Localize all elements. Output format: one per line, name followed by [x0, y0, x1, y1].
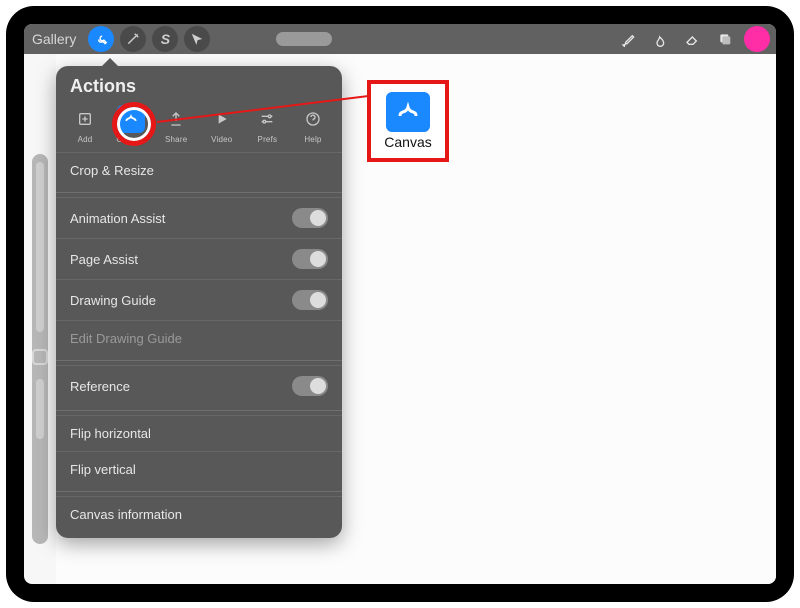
tab-add[interactable]: Add	[66, 105, 104, 144]
brush-size-slider[interactable]	[36, 162, 44, 332]
popover-tabs: Add Canvas Share Video Prefs	[56, 105, 342, 152]
ipad-bezel: Gallery S	[6, 6, 794, 602]
top-toolbar: Gallery S	[24, 24, 776, 54]
row-drawing-guide[interactable]: Drawing Guide	[56, 279, 342, 320]
row-label: Crop & Resize	[70, 163, 154, 178]
actions-popover: Actions Add Canvas Share Video	[56, 66, 342, 538]
tab-help[interactable]: Help	[294, 105, 332, 144]
modify-button[interactable]	[32, 349, 48, 365]
tab-video-label: Video	[211, 135, 232, 144]
row-page-assist[interactable]: Page Assist	[56, 238, 342, 279]
brush-button[interactable]	[616, 26, 642, 52]
arrow-icon	[190, 32, 204, 46]
smudge-icon	[653, 31, 669, 47]
row-label: Drawing Guide	[70, 293, 156, 308]
canvas-handle[interactable]	[276, 32, 332, 46]
left-slider-rail	[32, 154, 48, 544]
row-flip-vertical[interactable]: Flip vertical	[56, 451, 342, 487]
share-icon	[162, 105, 190, 133]
separator	[56, 360, 342, 361]
separator	[56, 410, 342, 411]
separator	[56, 192, 342, 193]
toggle-animation-assist[interactable]	[292, 208, 328, 228]
row-label: Edit Drawing Guide	[70, 331, 182, 346]
add-icon	[71, 105, 99, 133]
row-label: Canvas information	[70, 507, 182, 522]
layers-icon	[717, 31, 733, 47]
row-label: Page Assist	[70, 252, 138, 267]
transform-arrow-button[interactable]	[184, 26, 210, 52]
separator	[56, 491, 342, 492]
prefs-icon	[253, 105, 281, 133]
row-animation-assist[interactable]: Animation Assist	[56, 197, 342, 238]
tab-canvas[interactable]: Canvas	[112, 105, 150, 144]
brush-icon	[621, 31, 637, 47]
eraser-button[interactable]	[680, 26, 706, 52]
tab-canvas-label: Canvas	[116, 135, 144, 144]
tab-video[interactable]: Video	[203, 105, 241, 144]
toggle-page-assist[interactable]	[292, 249, 328, 269]
wrench-icon	[94, 32, 108, 46]
annotation-callout: Canvas	[367, 80, 449, 162]
row-label: Reference	[70, 379, 130, 394]
row-crop-resize[interactable]: Crop & Resize	[56, 152, 342, 188]
tab-prefs[interactable]: Prefs	[248, 105, 286, 144]
screen: Gallery S	[24, 24, 776, 584]
help-icon	[299, 105, 327, 133]
tab-add-label: Add	[78, 135, 93, 144]
row-flip-horizontal[interactable]: Flip horizontal	[56, 415, 342, 451]
eraser-icon	[685, 31, 701, 47]
toggle-reference[interactable]	[292, 376, 328, 396]
row-label: Animation Assist	[70, 211, 165, 226]
row-label: Flip horizontal	[70, 426, 151, 441]
popover-title: Actions	[56, 76, 342, 105]
canvas-icon	[117, 105, 145, 133]
adjustments-wand-button[interactable]	[120, 26, 146, 52]
color-button[interactable]	[744, 26, 770, 52]
callout-label: Canvas	[382, 134, 433, 150]
gallery-button[interactable]: Gallery	[30, 31, 80, 47]
smudge-button[interactable]	[648, 26, 674, 52]
wand-icon	[126, 32, 140, 46]
tab-share-label: Share	[165, 135, 187, 144]
row-edit-drawing-guide: Edit Drawing Guide	[56, 320, 342, 356]
canvas-icon	[386, 92, 430, 132]
row-reference[interactable]: Reference	[56, 365, 342, 406]
tab-help-label: Help	[304, 135, 321, 144]
tab-share[interactable]: Share	[157, 105, 195, 144]
row-label: Flip vertical	[70, 462, 136, 477]
video-icon	[208, 105, 236, 133]
selection-button[interactable]: S	[152, 26, 178, 52]
layers-button[interactable]	[712, 26, 738, 52]
brush-opacity-slider[interactable]	[36, 379, 44, 439]
s-icon: S	[161, 31, 170, 47]
row-canvas-information[interactable]: Canvas information	[56, 496, 342, 532]
tab-prefs-label: Prefs	[258, 135, 278, 144]
toggle-drawing-guide[interactable]	[292, 290, 328, 310]
actions-wrench-button[interactable]	[88, 26, 114, 52]
